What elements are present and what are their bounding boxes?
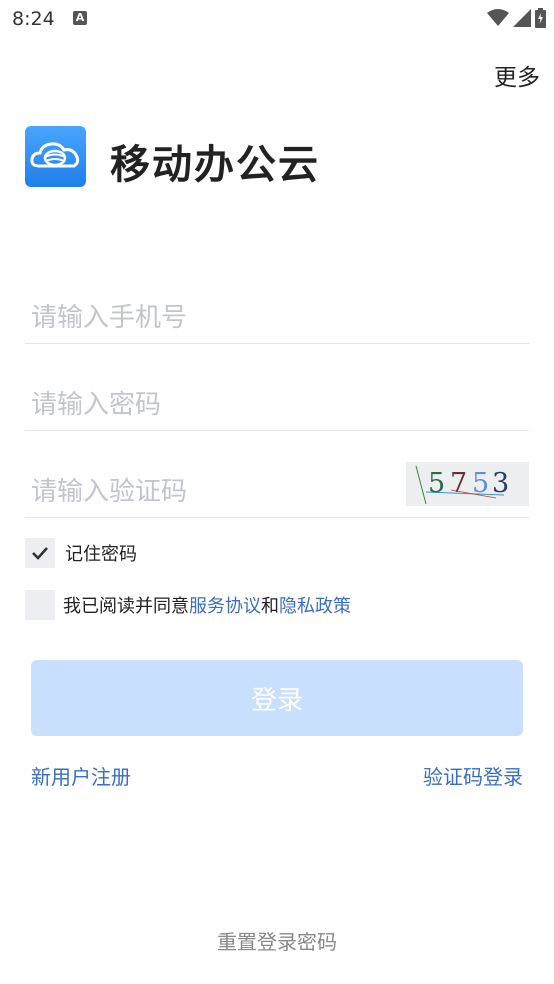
agreement-text: 我已阅读并同意服务协议和隐私政策 [63,592,351,618]
password-input[interactable] [31,390,391,420]
remember-password-row[interactable]: 记住密码 [25,538,137,568]
captcha-input[interactable] [31,477,371,507]
notification-app-icon: A [73,11,87,25]
captcha-digit: 7 [450,468,468,499]
agreement-row: 我已阅读并同意服务协议和隐私政策 [25,590,351,620]
captcha-image[interactable]: 5 7 5 3 [406,462,529,506]
wifi-icon [487,9,509,31]
remember-password-label: 记住密码 [65,544,137,565]
status-icons [487,8,546,32]
agreement-checkbox[interactable] [25,590,55,620]
phone-input[interactable] [31,303,391,333]
status-bar: 8:24 A [0,0,554,38]
captcha-digit: 5 [472,468,490,499]
captcha-field: 5 7 5 3 [25,431,529,518]
check-icon [32,547,48,560]
password-field [25,344,529,431]
captcha-digit: 5 [428,468,446,499]
more-button[interactable]: 更多 [494,58,540,92]
app-title: 移动办公云 [110,142,320,188]
captcha-digit: 3 [492,468,510,499]
status-time: 8:24 [12,8,55,30]
captcha-noise [415,465,505,505]
cloud-logo-icon [30,142,80,168]
service-agreement-link[interactable]: 服务协议 [189,596,261,617]
phone-field [25,257,529,344]
agreement-conjunction: 和 [261,596,279,617]
remember-password-checkbox[interactable] [25,538,55,568]
signal-icon [513,9,531,31]
reset-password-link[interactable]: 重置登录密码 [0,926,554,955]
sms-login-link[interactable]: 验证码登录 [423,761,523,790]
register-link[interactable]: 新用户注册 [31,761,131,790]
login-button[interactable]: 登录 [31,660,523,736]
app-logo [25,126,86,187]
agreement-prefix: 我已阅读并同意 [63,596,189,617]
battery-icon [535,8,546,32]
privacy-policy-link[interactable]: 隐私政策 [279,596,351,617]
